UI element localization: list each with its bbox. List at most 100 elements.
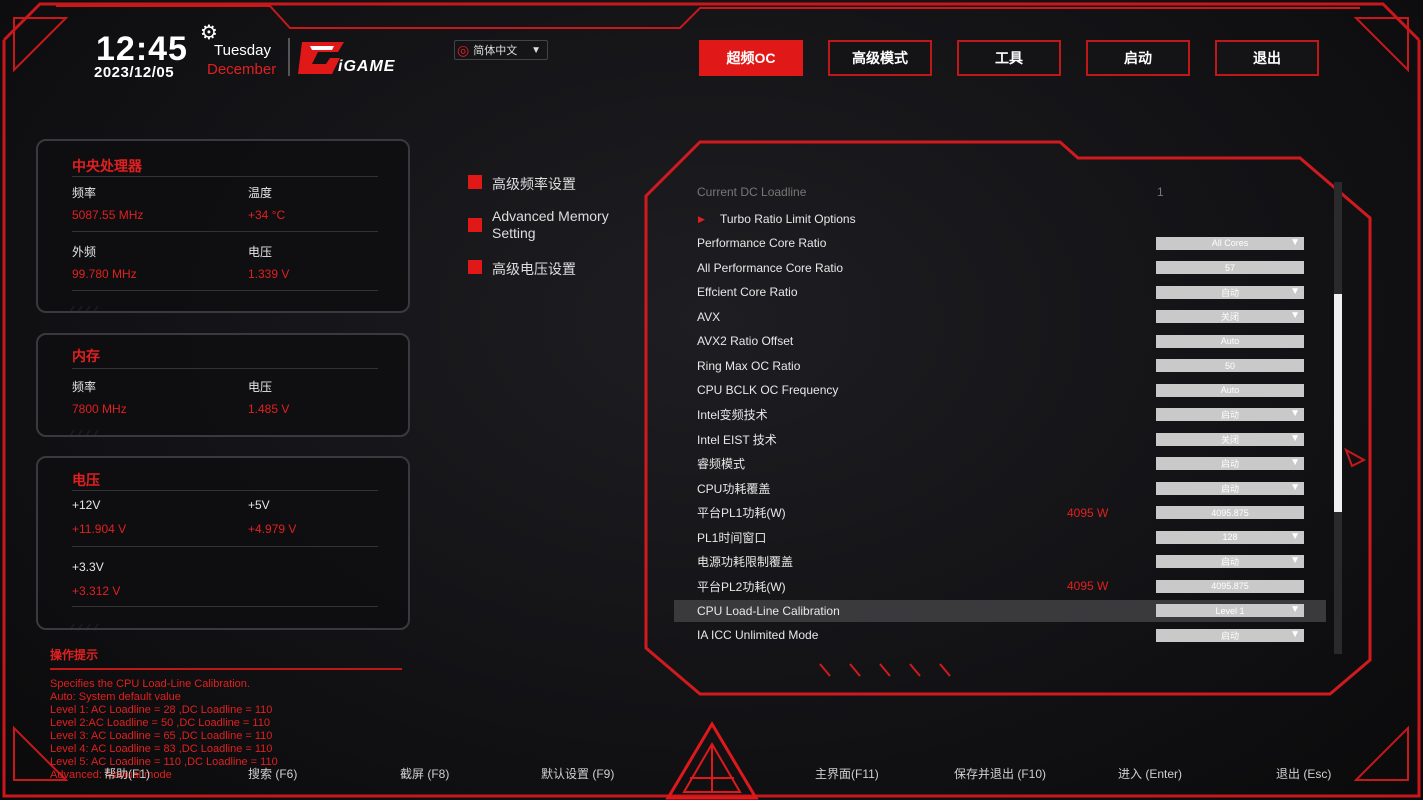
tab-overclock[interactable]: 超频OC [699,40,803,76]
setting-row[interactable]: Intel变频技术 启动 ▼ [674,404,1326,426]
setting-name: Effcient Core Ratio [697,285,798,299]
help-line: Level 5: AC Loadline = 110 ,DC Loadline … [50,756,278,768]
setting-dropdown[interactable]: All Cores ▼ [1156,236,1304,250]
help-line: Specifies the CPU Load-Line Calibration. [50,678,250,690]
chevron-down-icon: ▼ [1290,310,1300,321]
setting-value: 启动 [1220,557,1239,567]
setting-row[interactable]: PL1时间窗口 128 ▼ [674,526,1326,548]
setting-dropdown[interactable]: Level 1 ▼ [1156,604,1304,617]
help-line: Auto: System default value [50,691,181,703]
setting-dropdown[interactable]: 128 ▼ [1156,530,1304,544]
key-exit[interactable]: 退出 (Esc) [1276,765,1331,782]
divider [72,290,378,291]
setting-input[interactable]: 4095.875 [1156,579,1304,593]
weekday-label: Tuesday [214,42,271,59]
key-search[interactable]: 搜索 (F6) [248,765,297,782]
v33-value: +3.312 V [72,584,121,598]
setting-row[interactable]: All Performance Core Ratio 57 [674,257,1326,279]
help-line: Level 2:AC Loadline = 50 ,DC Loadline = … [50,717,270,729]
help-title: 操作提示 [50,648,99,662]
setting-row[interactable]: 睿频模式 启动 ▼ [674,453,1326,475]
scrollbar-thumb[interactable] [1334,294,1342,512]
setting-row[interactable]: CPU功耗覆盖 启动 ▼ [674,477,1326,499]
setting-value: 关闭 [1220,312,1239,322]
setting-input[interactable]: 4095.875 [1156,506,1304,519]
tab-exit[interactable]: 退出 [1215,40,1319,76]
menu-advanced-voltage[interactable]: 高级电压设置 [468,259,576,279]
setting-row[interactable]: 电源功耗限制覆盖 启动 ▼ [674,551,1326,573]
cpu-freq-label: 频率 [72,186,97,200]
setting-value: 启动 [1220,483,1239,494]
menu-advanced-frequency[interactable]: 高级频率设置 [468,174,576,194]
divider [72,368,378,369]
setting-row[interactable]: CPU BCLK OC Frequency Auto [674,379,1326,401]
memory-volt-value: 1.485 V [248,402,290,416]
chevron-down-icon: ▼ [1290,628,1300,640]
divider [72,490,378,491]
tab-advanced-mode[interactable]: 高级模式 [828,40,932,76]
key-help[interactable]: 帮助(F1) [104,765,150,782]
setting-row[interactable]: Ring Max OC Ratio 50 [674,355,1326,377]
setting-row[interactable]: Intel EIST 技术 关闭 ▼ [674,428,1326,450]
setting-name: PL1时间窗口 [697,530,767,545]
setting-dropdown[interactable]: 启动 ▼ [1156,481,1304,495]
memory-freq-value: 7800 MHz [72,402,127,416]
help-line: Level 3: AC Loadline = 65 ,DC Loadline =… [50,730,273,742]
setting-input[interactable]: 57 [1156,261,1304,274]
setting-value: Auto [1220,336,1240,346]
key-screenshot[interactable]: 截屏 (F8) [400,765,449,782]
setting-row[interactable]: CPU Load-Line Calibration Level 1 ▼ [674,599,1326,622]
setting-dropdown[interactable]: 启动 ▼ [1156,555,1304,568]
setting-row[interactable]: IA ICC Unlimited Mode 启动 ▼ [674,624,1326,646]
key-main[interactable]: 主界面(F11) [815,765,879,782]
setting-dropdown[interactable]: 自动 ▼ [1156,285,1304,299]
square-bullet-icon [468,175,482,189]
language-value: 简体中文 [473,45,518,57]
menu-label: Advanced Memory Setting [492,208,609,241]
setting-row[interactable]: AVX 关闭 ▼ [674,306,1326,328]
date-label: 2023/12/05 [94,64,175,81]
setting-dropdown[interactable]: 关闭 ▼ [1156,432,1304,446]
chevron-down-icon: ▼ [1290,555,1300,566]
key-enter[interactable]: 进入 (Enter) [1118,765,1182,782]
setting-value: 启动 [1220,459,1239,469]
brand-name: iGAME [338,58,396,75]
chevron-down-icon: ▼ [1290,457,1300,468]
turbo-ratio-submenu[interactable]: ▶ Turbo Ratio Limit Options [674,208,1326,230]
setting-name: Performance Core Ratio [697,236,827,250]
setting-value: 4095.875 [1211,507,1249,518]
key-defaults[interactable]: 默认设置 (F9) [541,765,614,782]
setting-input[interactable]: 50 [1156,359,1304,372]
setting-value: All Cores [1211,238,1249,248]
divider [72,176,378,177]
menu-advanced-memory[interactable]: Advanced Memory Setting [468,208,628,242]
setting-dropdown[interactable]: 关闭 ▼ [1156,310,1304,323]
setting-row[interactable]: 平台PL2功耗(W) 4095 W 4095.875 [674,575,1326,597]
setting-name: Intel变频技术 [697,408,768,422]
key-save-exit[interactable]: 保存并退出 (F10) [954,765,1046,782]
square-bullet-icon [468,218,482,232]
tab-boot[interactable]: 启动 [1086,40,1190,76]
setting-value: 关闭 [1220,434,1239,445]
chevron-down-icon: ▼ [1290,236,1300,248]
memory-panel-title: 内存 [72,348,100,364]
setting-name: 电源功耗限制覆盖 [697,555,794,569]
setting-row[interactable]: Performance Core Ratio All Cores ▼ [674,232,1326,254]
setting-dropdown[interactable]: 启动 ▼ [1156,457,1304,470]
language-selector[interactable]: ◎ 简体中文 ▼ [454,40,548,60]
setting-name: AVX [697,309,721,324]
setting-dropdown[interactable]: 启动 ▼ [1156,628,1304,642]
setting-row[interactable]: 平台PL1功耗(W) 4095 W 4095.875 [674,502,1326,524]
chevron-down-icon: ▼ [1290,530,1300,542]
cpu-bclk-label: 外频 [72,245,97,259]
setting-row[interactable]: AVX2 Ratio Offset Auto [674,330,1326,352]
setting-name: All Performance Core Ratio [697,260,844,275]
setting-input[interactable]: Auto [1156,383,1304,397]
tab-tools[interactable]: 工具 [957,40,1061,76]
v33-label: +3.3V [72,560,104,574]
menu-label: 高级频率设置 [492,176,576,192]
setting-value: 50 [1224,360,1235,371]
setting-input[interactable]: Auto [1156,334,1304,348]
setting-dropdown[interactable]: 启动 ▼ [1156,408,1304,421]
setting-row[interactable]: Effcient Core Ratio 自动 ▼ [674,281,1326,303]
